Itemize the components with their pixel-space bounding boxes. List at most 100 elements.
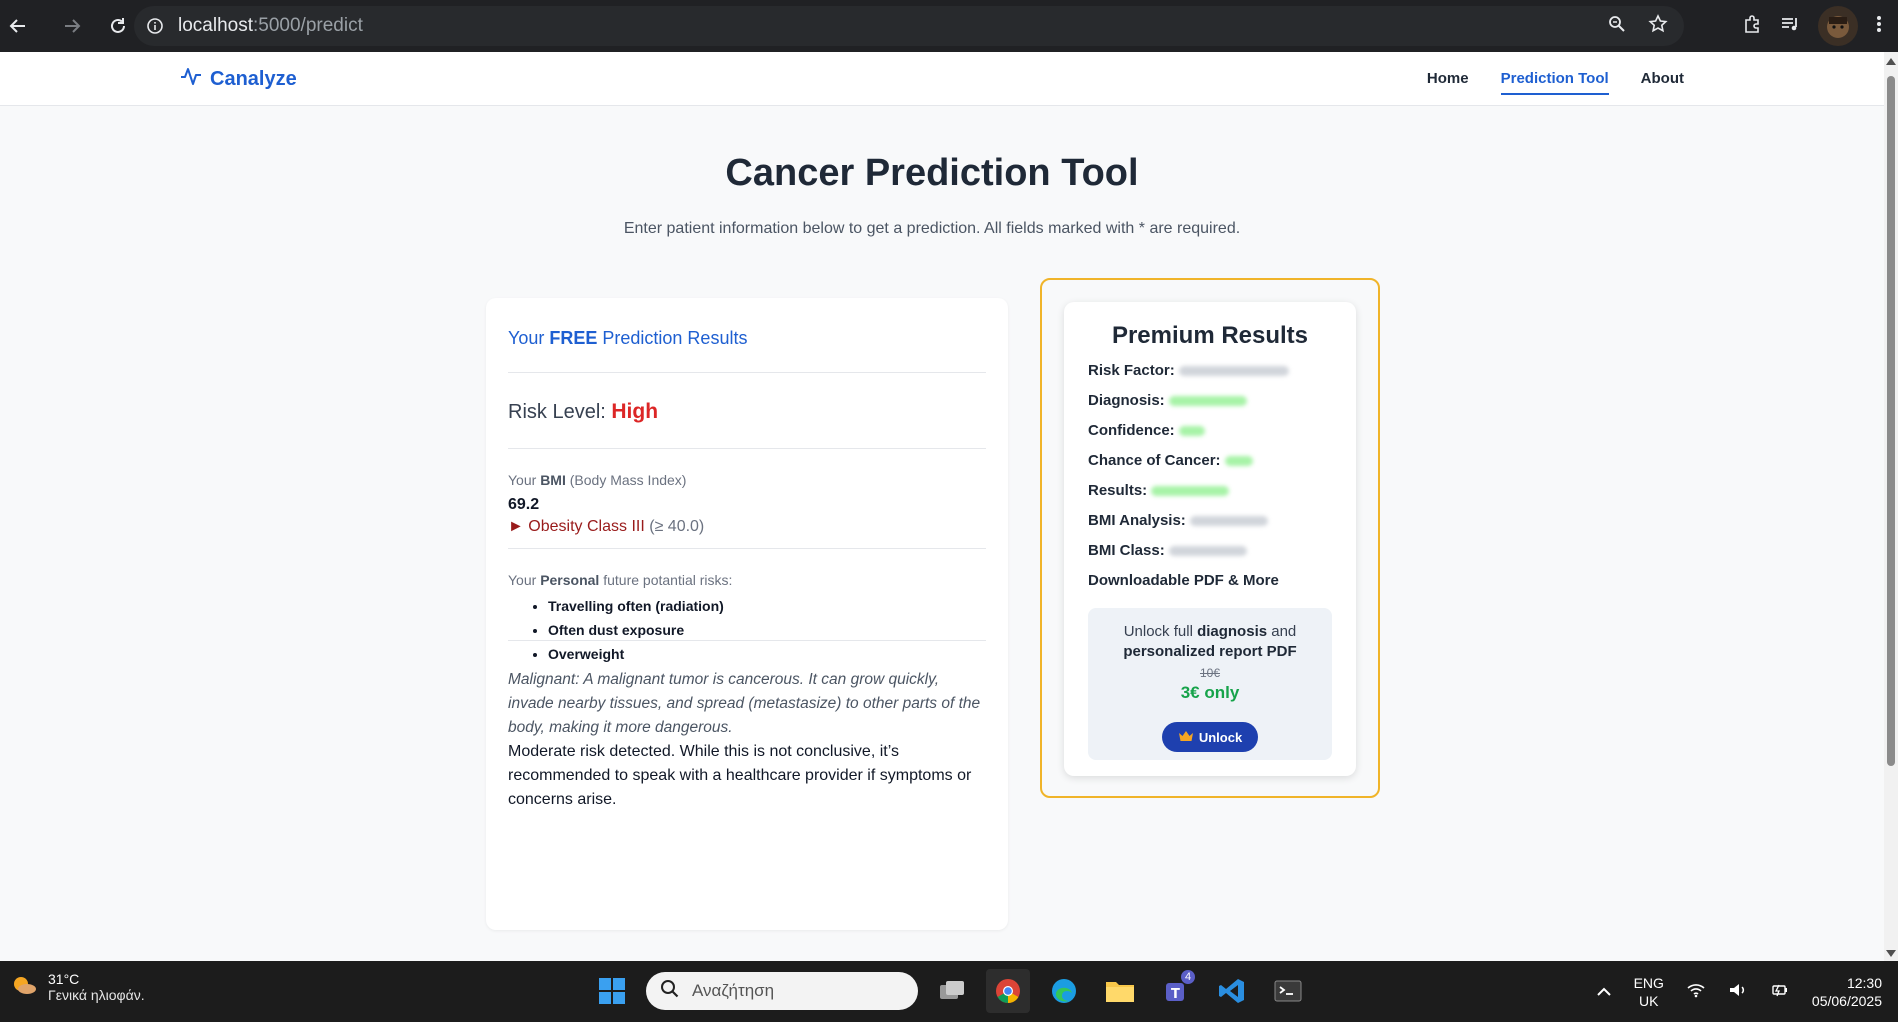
search-placeholder: Αναζήτηση [692,981,775,1000]
premium-row-label: BMI Analysis: [1088,512,1186,529]
task-view-icon[interactable] [930,969,974,1013]
scrollbar-thumb[interactable] [1887,76,1895,766]
blurred-value [1178,365,1289,376]
url-text: localhost:5000/predict [178,15,363,37]
free-results-title: Your FREE Prediction Results [508,328,747,349]
teams-badge: 4 [1180,969,1196,985]
nav-about[interactable]: About [1641,70,1684,95]
blurred-value [1168,545,1247,556]
file-explorer-icon[interactable] [1098,969,1142,1013]
scroll-up-arrow-icon[interactable] [1886,58,1896,65]
start-button[interactable] [590,969,634,1013]
unlock-prefix: Unlock full [1123,623,1198,640]
forward-button[interactable] [54,8,90,44]
free-title-suffix: Prediction Results [597,328,748,348]
bmi-label-bold: BMI [540,472,566,488]
clock-time: 12:30 [1846,974,1882,991]
language-indicator[interactable]: ENG UK [1634,974,1664,1010]
url-path: :5000/predict [253,15,363,36]
bookmark-star-icon[interactable] [1648,13,1668,39]
risks-label-prefix: Your [508,572,541,588]
premium-results-card: Premium Results Risk Factor: Diagnosis: … [1064,302,1356,776]
teams-icon[interactable]: T 4 [1154,969,1198,1013]
page-scrollbar[interactable] [1884,52,1898,961]
unlock-button[interactable]: Unlock [1162,722,1258,752]
bmi-class-name: Obesity Class III [528,518,645,535]
crown-icon [1178,730,1194,745]
edge-taskbar-icon[interactable] [1042,969,1086,1013]
taskbar-search[interactable]: Αναζήτηση [646,972,918,1010]
unlock-bold-diagnosis: diagnosis [1197,623,1268,640]
free-results-card: Your FREE Prediction Results Risk Level:… [486,298,1008,930]
clock-date: 05/06/2025 [1811,992,1882,1009]
reload-button[interactable] [100,8,136,44]
risk-level-label: Risk Level: [508,401,612,423]
clock[interactable]: 12:30 05/06/2025 [1812,974,1882,1010]
blurred-value [1189,515,1268,526]
blurred-value [1178,425,1205,436]
windows-taskbar: 31°C Γενικά ηλιοφάν. Αναζήτηση T 4 ENG U… [0,961,1898,1022]
premium-row-label: Results: [1088,482,1148,499]
premium-row-label: Downloadable PDF & More [1088,572,1279,589]
site-navbar: Canalyze Home Prediction Tool About [0,52,1884,106]
system-tray: ENG UK 12:30 05/06/2025 [1596,961,1898,1022]
free-title-prefix: Your [508,328,550,348]
nav-home[interactable]: Home [1427,70,1469,95]
weather-condition: Γενικά ηλιοφάν. [48,987,145,1003]
premium-row-bmi-analysis: BMI Analysis: [1088,512,1268,529]
battery-icon[interactable] [1770,982,1790,1001]
back-button[interactable] [0,8,36,44]
bmi-class-range: (≥ 40.0) [649,518,705,535]
page-title: Cancer Prediction Tool [725,152,1139,194]
divider [508,448,986,449]
unlock-description: Unlock full diagnosis and personalized r… [1088,622,1332,662]
language-code: ENG [1633,974,1664,991]
weather-widget[interactable]: 31°C Γενικά ηλιοφάν. [10,971,145,1003]
premium-row-chance-of-cancer: Chance of Cancer: [1088,452,1253,469]
divider [508,548,986,549]
vscode-icon[interactable] [1210,969,1254,1013]
blurred-value [1224,455,1253,466]
wifi-icon[interactable] [1686,982,1706,1001]
brand-logo[interactable]: Canalyze [180,66,297,92]
list-item: Travelling often (radiation) [548,594,724,618]
bmi-value: 69.2 [508,496,540,513]
premium-results-frame: Premium Results Risk Factor: Diagnosis: … [1040,278,1380,798]
risks-label-bold: Personal [540,572,600,588]
chrome-taskbar-icon[interactable] [986,969,1030,1013]
page-subtitle: Enter patient information below to get a… [623,220,1241,237]
nav-prediction-tool[interactable]: Prediction Tool [1500,70,1609,95]
scroll-down-arrow-icon[interactable] [1886,950,1896,957]
premium-row-downloadable-pdf: Downloadable PDF & More [1088,572,1279,589]
menu-kebab-icon[interactable] [1876,14,1882,39]
pulse-icon [180,66,202,92]
premium-row-label: BMI Class: [1088,542,1165,559]
personal-risks-list: Travelling often (radiation) Often dust … [548,594,724,666]
page-viewport: Canalyze Home Prediction Tool About Canc… [0,52,1884,961]
divider [508,372,986,373]
browser-toolbar: localhost:5000/predict [0,0,1898,52]
extensions-icon[interactable] [1742,14,1762,39]
unlock-mid: and [1267,623,1297,640]
sun-cloud-icon [10,973,38,1002]
keyboard-region: UK [1639,992,1659,1009]
list-item: Overweight [548,642,724,666]
bmi-class-marker-icon: ► [508,518,524,535]
premium-row-label: Confidence: [1088,422,1175,439]
terminal-icon[interactable] [1266,969,1310,1013]
media-control-icon[interactable] [1780,14,1800,39]
site-info-icon[interactable] [142,13,168,39]
bmi-label: Your BMI (Body Mass Index) [508,472,686,488]
premium-row-results: Results: [1088,482,1230,499]
unlock-bold-report: personalized report PDF [1123,643,1297,660]
zoom-icon[interactable] [1608,15,1626,38]
volume-icon[interactable] [1728,982,1748,1001]
chevron-up-icon[interactable] [1596,984,1612,1000]
premium-row-confidence: Confidence: [1088,422,1205,439]
bmi-label-prefix: Your [508,472,541,488]
address-bar[interactable]: localhost:5000/predict [134,6,1684,46]
list-item: Often dust exposure [548,618,724,642]
profile-avatar[interactable] [1818,6,1858,46]
premium-row-label: Chance of Cancer: [1088,452,1221,469]
premium-title: Premium Results [1111,322,1309,349]
